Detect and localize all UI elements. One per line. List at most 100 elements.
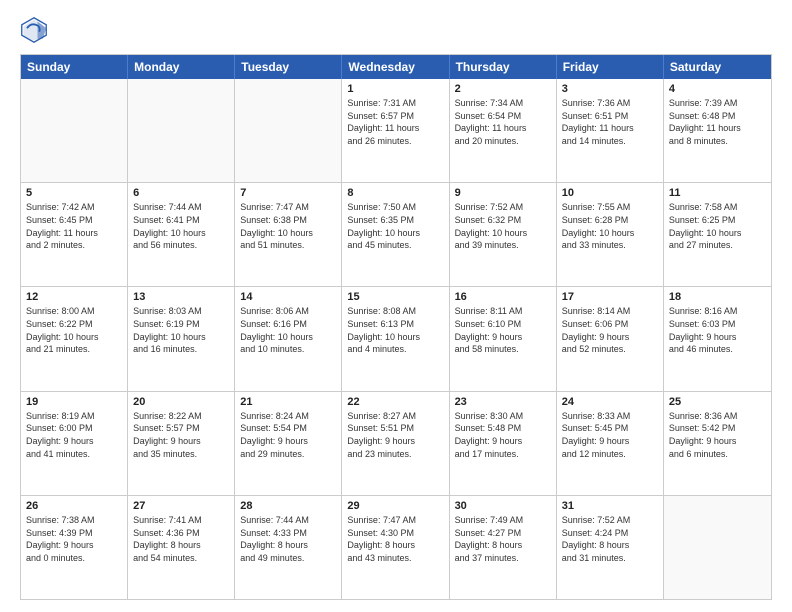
calendar-body: 1Sunrise: 7:31 AMSunset: 6:57 PMDaylight… (21, 79, 771, 599)
cell-line: Daylight: 10 hours (455, 228, 551, 240)
week-row-0: 1Sunrise: 7:31 AMSunset: 6:57 PMDaylight… (21, 79, 771, 183)
cell-line: Sunrise: 7:50 AM (347, 202, 443, 214)
cal-cell: 2Sunrise: 7:34 AMSunset: 6:54 PMDaylight… (450, 79, 557, 182)
day-number: 30 (455, 500, 551, 512)
cal-cell: 9Sunrise: 7:52 AMSunset: 6:32 PMDaylight… (450, 183, 557, 286)
day-number: 6 (133, 187, 229, 199)
logo-icon (20, 16, 48, 44)
cell-line: Daylight: 8 hours (133, 540, 229, 552)
cell-line: Sunrise: 8:06 AM (240, 306, 336, 318)
cell-line: Sunset: 6:48 PM (669, 111, 766, 123)
header-cell-thursday: Thursday (450, 55, 557, 79)
cell-line: and 0 minutes. (26, 553, 122, 565)
cal-cell: 15Sunrise: 8:08 AMSunset: 6:13 PMDayligh… (342, 287, 449, 390)
cell-line: Daylight: 10 hours (347, 228, 443, 240)
cal-cell: 13Sunrise: 8:03 AMSunset: 6:19 PMDayligh… (128, 287, 235, 390)
cal-cell: 1Sunrise: 7:31 AMSunset: 6:57 PMDaylight… (342, 79, 449, 182)
cell-line: Daylight: 11 hours (562, 123, 658, 135)
cell-line: Sunset: 5:51 PM (347, 423, 443, 435)
logo (20, 16, 52, 44)
day-number: 27 (133, 500, 229, 512)
cal-cell: 3Sunrise: 7:36 AMSunset: 6:51 PMDaylight… (557, 79, 664, 182)
cell-line: Sunrise: 8:00 AM (26, 306, 122, 318)
cell-line: and 31 minutes. (562, 553, 658, 565)
cal-cell: 23Sunrise: 8:30 AMSunset: 5:48 PMDayligh… (450, 392, 557, 495)
cell-line: Daylight: 10 hours (240, 228, 336, 240)
cell-line: Sunrise: 7:55 AM (562, 202, 658, 214)
day-number: 10 (562, 187, 658, 199)
day-number: 4 (669, 83, 766, 95)
cell-line: Sunset: 6:38 PM (240, 215, 336, 227)
day-number: 20 (133, 396, 229, 408)
cell-line: Sunrise: 8:30 AM (455, 411, 551, 423)
cal-cell: 6Sunrise: 7:44 AMSunset: 6:41 PMDaylight… (128, 183, 235, 286)
day-number: 12 (26, 291, 122, 303)
cal-cell: 21Sunrise: 8:24 AMSunset: 5:54 PMDayligh… (235, 392, 342, 495)
cell-line: Sunset: 4:36 PM (133, 528, 229, 540)
cell-line: and 46 minutes. (669, 344, 766, 356)
cell-line: and 8 minutes. (669, 136, 766, 148)
cal-cell: 19Sunrise: 8:19 AMSunset: 6:00 PMDayligh… (21, 392, 128, 495)
cell-line: Sunrise: 7:52 AM (455, 202, 551, 214)
cal-cell: 31Sunrise: 7:52 AMSunset: 4:24 PMDayligh… (557, 496, 664, 599)
cell-line: Daylight: 9 hours (347, 436, 443, 448)
cell-line: Sunset: 6:41 PM (133, 215, 229, 227)
cell-line: Sunrise: 7:44 AM (240, 515, 336, 527)
cell-line: and 29 minutes. (240, 449, 336, 461)
week-row-4: 26Sunrise: 7:38 AMSunset: 4:39 PMDayligh… (21, 496, 771, 599)
cell-line: Sunset: 6:00 PM (26, 423, 122, 435)
cell-line: Sunrise: 8:11 AM (455, 306, 551, 318)
header-cell-sunday: Sunday (21, 55, 128, 79)
cell-line: Sunset: 6:28 PM (562, 215, 658, 227)
cell-line: Sunset: 5:48 PM (455, 423, 551, 435)
cal-cell: 10Sunrise: 7:55 AMSunset: 6:28 PMDayligh… (557, 183, 664, 286)
header-cell-monday: Monday (128, 55, 235, 79)
calendar: SundayMondayTuesdayWednesdayThursdayFrid… (20, 54, 772, 600)
cell-line: Sunrise: 8:19 AM (26, 411, 122, 423)
cell-line: Daylight: 10 hours (26, 332, 122, 344)
day-number: 18 (669, 291, 766, 303)
cal-cell: 16Sunrise: 8:11 AMSunset: 6:10 PMDayligh… (450, 287, 557, 390)
cal-cell: 12Sunrise: 8:00 AMSunset: 6:22 PMDayligh… (21, 287, 128, 390)
cell-line: and 37 minutes. (455, 553, 551, 565)
cell-line: Sunrise: 7:47 AM (240, 202, 336, 214)
cell-line: Daylight: 10 hours (347, 332, 443, 344)
cell-line: Daylight: 10 hours (133, 228, 229, 240)
cell-line: Sunrise: 7:47 AM (347, 515, 443, 527)
cell-line: and 27 minutes. (669, 240, 766, 252)
cell-line: Daylight: 11 hours (26, 228, 122, 240)
cell-line: Sunset: 6:54 PM (455, 111, 551, 123)
cell-line: and 20 minutes. (455, 136, 551, 148)
cell-line: Sunset: 6:35 PM (347, 215, 443, 227)
cell-line: and 51 minutes. (240, 240, 336, 252)
cal-cell (21, 79, 128, 182)
cal-cell: 20Sunrise: 8:22 AMSunset: 5:57 PMDayligh… (128, 392, 235, 495)
cell-line: Sunrise: 8:16 AM (669, 306, 766, 318)
cell-line: Daylight: 8 hours (562, 540, 658, 552)
cell-line: and 41 minutes. (26, 449, 122, 461)
calendar-header: SundayMondayTuesdayWednesdayThursdayFrid… (21, 55, 771, 79)
cell-line: Daylight: 10 hours (133, 332, 229, 344)
cell-line: Sunrise: 8:22 AM (133, 411, 229, 423)
day-number: 9 (455, 187, 551, 199)
cal-cell: 29Sunrise: 7:47 AMSunset: 4:30 PMDayligh… (342, 496, 449, 599)
cell-line: Sunrise: 8:08 AM (347, 306, 443, 318)
header-cell-saturday: Saturday (664, 55, 771, 79)
cal-cell (664, 496, 771, 599)
cell-line: Daylight: 11 hours (347, 123, 443, 135)
day-number: 25 (669, 396, 766, 408)
cell-line: and 58 minutes. (455, 344, 551, 356)
cell-line: and 4 minutes. (347, 344, 443, 356)
cell-line: Sunset: 6:03 PM (669, 319, 766, 331)
cell-line: Sunrise: 8:36 AM (669, 411, 766, 423)
day-number: 24 (562, 396, 658, 408)
day-number: 16 (455, 291, 551, 303)
cell-line: Daylight: 9 hours (562, 436, 658, 448)
cell-line: Sunrise: 7:36 AM (562, 98, 658, 110)
week-row-1: 5Sunrise: 7:42 AMSunset: 6:45 PMDaylight… (21, 183, 771, 287)
cell-line: and 10 minutes. (240, 344, 336, 356)
cell-line: Daylight: 9 hours (562, 332, 658, 344)
day-number: 31 (562, 500, 658, 512)
cell-line: and 12 minutes. (562, 449, 658, 461)
cell-line: and 14 minutes. (562, 136, 658, 148)
